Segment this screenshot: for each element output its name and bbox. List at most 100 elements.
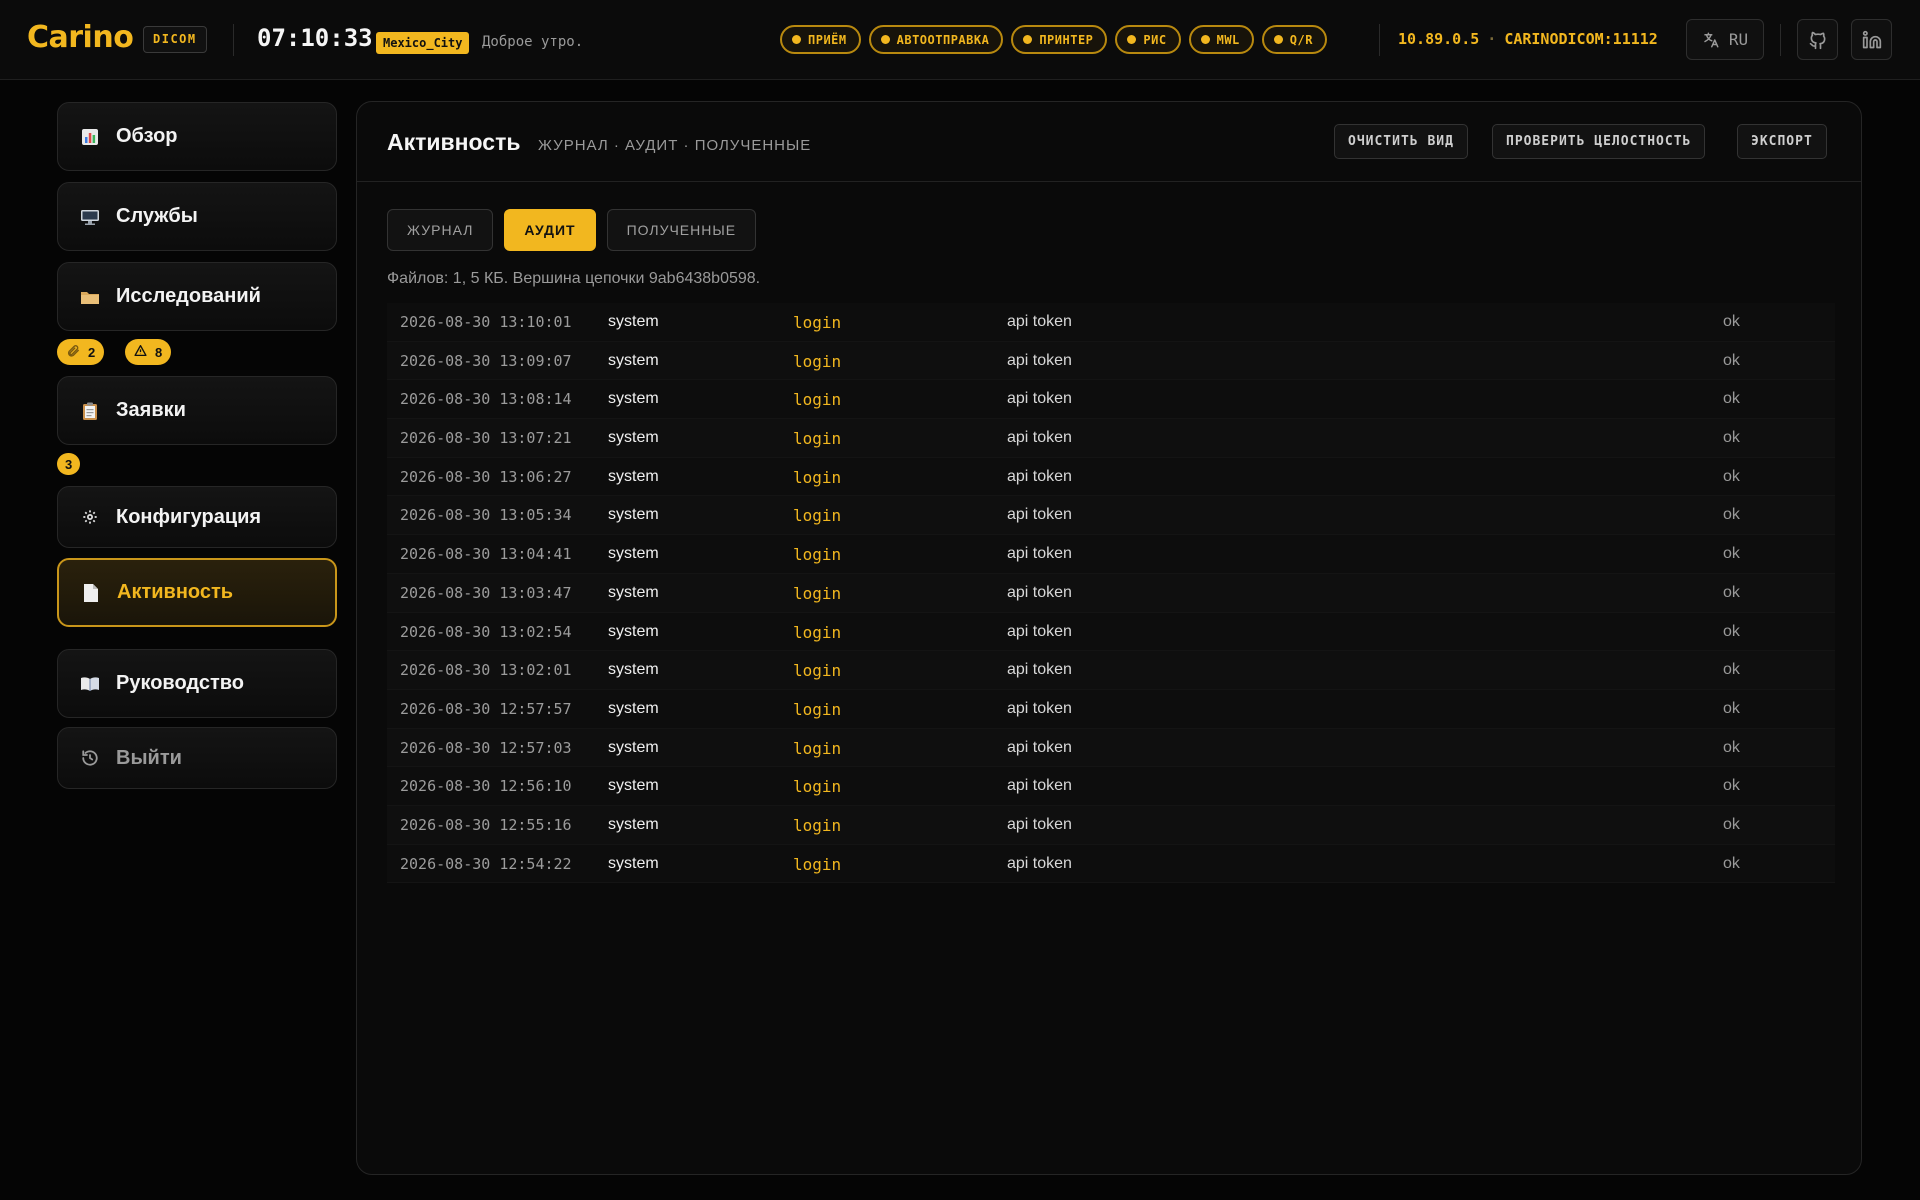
table-row[interactable]: 2026-08-30 12:57:03 system login api token o… [387, 728, 1835, 768]
service-label: РИС [1143, 32, 1167, 47]
row-result: ok [1723, 429, 1740, 447]
sidebar-item-configuration[interactable]: Конфигурация [57, 486, 337, 548]
panel-header: Активность ЖУРНАЛ · АУДИТ · ПОЛУЧЕННЫЕ О… [357, 102, 1861, 182]
service-pill-qr[interactable]: Q/R [1261, 25, 1327, 54]
service-pill-ris[interactable]: РИС [1115, 25, 1181, 54]
table-row[interactable]: 2026-08-30 13:02:01 system login api token o… [387, 651, 1835, 690]
studies-warning-badge[interactable]: 8 [125, 339, 172, 365]
row-timestamp: 2026-08-30 12:57:03 [400, 738, 572, 757]
row-result: ok [1723, 854, 1740, 872]
tab-received[interactable]: ПОЛУЧЕННЫЕ [606, 209, 757, 251]
service-pill-mwl[interactable]: MWL [1188, 25, 1254, 54]
table-row[interactable]: 2026-08-30 13:05:34 system login api token o… [387, 496, 1835, 536]
sidebar-item-label: Активность [117, 581, 234, 603]
row-detail: api token [1007, 390, 1072, 408]
tab-journal[interactable]: ЖУРНАЛ [387, 209, 494, 251]
audit-summary: Файлов: 1, 5 КБ. Вершина цепочки 9ab6438… [387, 270, 761, 287]
row-timestamp: 2026-08-30 13:10:01 [400, 313, 572, 331]
row-action: login [793, 351, 842, 371]
host-ae-title: CARINODICOM:11112 [1504, 30, 1658, 48]
linkedin-icon [1862, 30, 1881, 48]
status-dot-icon [1127, 35, 1137, 44]
service-label: ПРИНТЕР [1039, 32, 1094, 47]
language-button[interactable]: RU [1686, 19, 1764, 60]
row-detail: api token [1007, 854, 1072, 872]
book-icon [80, 674, 100, 694]
row-timestamp: 2026-08-30 12:57:57 [400, 699, 572, 718]
row-result: ok [1723, 661, 1740, 679]
row-user: system [608, 351, 659, 369]
table-row[interactable]: 2026-08-30 13:03:47 system login api token o… [387, 573, 1835, 613]
table-row[interactable]: 2026-08-30 13:06:27 system login api token o… [387, 457, 1835, 497]
row-timestamp: 2026-08-30 13:07:21 [400, 429, 572, 448]
service-pill-printer[interactable]: ПРИНТЕР [1011, 25, 1108, 54]
sidebar-item-label: Заявки [116, 399, 186, 421]
badge-count: 2 [88, 344, 96, 360]
row-action: login [793, 506, 842, 526]
host-address: 10.89.0.5 · CARINODICOM:11112 [1398, 30, 1658, 48]
table-row[interactable]: 2026-08-30 13:08:14 system login api token o… [387, 380, 1835, 420]
table-row[interactable]: 2026-08-30 13:02:54 system login api token o… [387, 612, 1835, 652]
orders-count-badge[interactable]: 3 [57, 453, 81, 475]
service-pill-autosend[interactable]: АВТООТПРАВКА [868, 25, 1004, 54]
row-user: system [608, 429, 659, 447]
row-result: ok [1723, 545, 1740, 563]
page-subtitle: ЖУРНАЛ · АУДИТ · ПОЛУЧЕННЫЕ [538, 137, 812, 154]
row-detail: api token [1007, 583, 1072, 601]
row-result: ok [1723, 313, 1740, 330]
sidebar-item-services[interactable]: Службы [57, 182, 337, 251]
row-timestamp: 2026-08-30 12:55:16 [400, 815, 572, 834]
gear-icon [80, 507, 100, 527]
table-row[interactable]: 2026-08-30 12:55:16 system login api token o… [387, 805, 1835, 845]
header-divider [1379, 24, 1380, 56]
table-row[interactable]: 2026-08-30 12:56:10 system login api token o… [387, 767, 1835, 806]
sidebar-item-studies[interactable]: Исследований [57, 262, 337, 331]
row-action: login [793, 854, 842, 874]
row-action: login [793, 738, 842, 758]
tab-audit[interactable]: АУДИТ [504, 209, 596, 251]
sidebar-item-label: Исследований [116, 285, 261, 307]
github-button[interactable] [1797, 19, 1838, 60]
row-user: system [608, 313, 659, 330]
table-row[interactable]: 2026-08-30 12:54:22 system login api token o… [387, 844, 1835, 884]
paperclip-icon [66, 344, 80, 361]
service-pill-intake[interactable]: ПРИЁМ [780, 25, 861, 54]
row-user: system [608, 815, 659, 833]
sidebar-item-orders[interactable]: Заявки [57, 376, 337, 445]
verify-integrity-button[interactable]: ПРОВЕРИТЬ ЦЕЛОСТНОСТЬ [1492, 124, 1706, 159]
table-row[interactable]: 2026-08-30 13:07:21 system login api token o… [387, 419, 1835, 458]
app-logo[interactable]: Carino [27, 20, 134, 55]
table-row[interactable]: 2026-08-30 13:10:01 system login api token o… [387, 303, 1835, 342]
row-detail: api token [1007, 622, 1072, 640]
row-user: system [608, 738, 659, 756]
sidebar-item-label: Службы [116, 205, 198, 227]
linkedin-button[interactable] [1851, 19, 1892, 60]
table-row[interactable]: 2026-08-30 12:57:57 system login api token o… [387, 689, 1835, 729]
sidebar-item-label: Руководство [116, 672, 245, 694]
service-label: ПРИЁМ [808, 32, 847, 47]
table-row[interactable]: 2026-08-30 13:04:41 system login api token o… [387, 535, 1835, 574]
studies-link-badge[interactable]: 2 [57, 339, 105, 365]
row-result: ok [1723, 738, 1740, 756]
row-user: system [608, 854, 659, 872]
row-detail: api token [1007, 661, 1072, 679]
row-action: login [793, 390, 842, 410]
status-dot-icon [1023, 35, 1033, 44]
clock: 07:10:33 [257, 24, 373, 52]
row-user: system [608, 622, 659, 640]
export-button[interactable]: ЭКСПОРТ [1737, 124, 1827, 159]
github-icon [1809, 31, 1825, 49]
sidebar-item-overview[interactable]: Обзор [57, 102, 337, 171]
sidebar-item-activity[interactable]: Активность [57, 558, 337, 627]
folder-icon [80, 287, 100, 307]
row-user: system [608, 467, 659, 485]
clear-view-button[interactable]: ОЧИСТИТЬ ВИД [1334, 124, 1468, 159]
row-result: ok [1723, 351, 1740, 369]
row-detail: api token [1007, 313, 1072, 330]
row-action: login [793, 699, 842, 719]
sidebar-item-manual[interactable]: Руководство [57, 649, 337, 718]
audit-log-table: 2026-08-30 13:10:01 system login api token o… [387, 303, 1835, 884]
table-row[interactable]: 2026-08-30 13:09:07 system login api token o… [387, 341, 1835, 381]
sidebar-item-label: Конфигурация [116, 505, 262, 528]
sidebar-item-logout[interactable]: Выйти [57, 727, 337, 789]
